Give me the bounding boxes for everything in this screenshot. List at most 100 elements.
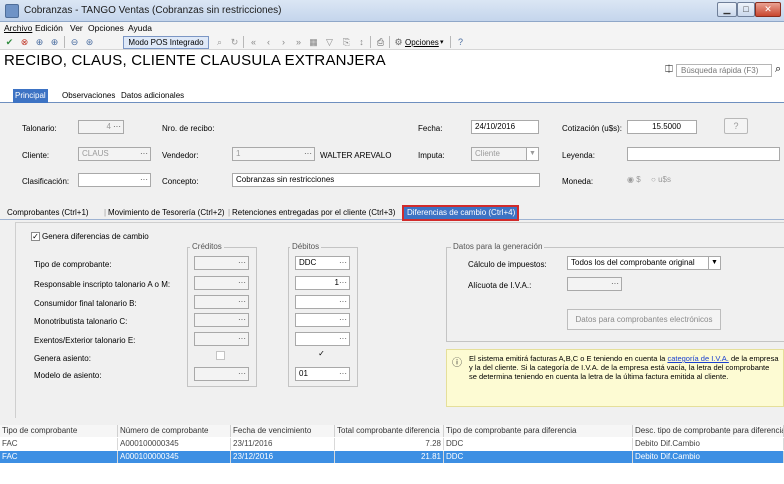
creditos-exentos-field[interactable]: ··· — [194, 332, 249, 346]
table-row[interactable]: FAC A000100000345 23/11/2016 7.28 DDC De… — [0, 438, 784, 450]
datos-generacion-label: Datos para la generación — [451, 242, 545, 251]
clasificacion-label: Clasificación: — [22, 177, 70, 186]
subtab-retenciones[interactable]: Retenciones entregadas por el cliente (C… — [232, 208, 395, 217]
column-header[interactable]: Tipo de comprobante — [0, 425, 118, 437]
column-header[interactable]: Total comprobante diferencia — [335, 425, 444, 437]
genera-diferencias-checkbox[interactable]: ✓ — [31, 232, 40, 241]
alicuota-field[interactable]: ··· — [567, 277, 622, 291]
export-icon[interactable]: ⎘ — [340, 36, 353, 49]
creditos-asiento-checkbox[interactable] — [216, 351, 225, 360]
vendedor-field[interactable]: 1 ··· — [232, 147, 315, 161]
cotizacion-field[interactable]: 15.5000 — [627, 120, 697, 134]
creditos-cf-field[interactable]: ··· — [194, 295, 249, 309]
next-icon[interactable]: › — [277, 36, 290, 49]
leyenda-field[interactable] — [627, 147, 780, 161]
up-icon[interactable]: ⊛ — [83, 36, 96, 49]
main-tabs — [0, 89, 784, 103]
filter-icon[interactable]: ▽ — [323, 36, 336, 49]
help-icon[interactable]: ? — [724, 118, 748, 134]
view-icon[interactable]: ▦ — [307, 36, 320, 49]
electronicos-button[interactable]: Datos para comprobantes electrónicos — [567, 309, 721, 330]
imputa-label: Imputa: — [418, 151, 445, 160]
cliente-field[interactable]: CLAUS ··· — [78, 147, 151, 161]
row-label: Modelo de asiento: — [34, 371, 102, 380]
cancel-icon[interactable]: ⊗ — [18, 36, 31, 49]
calculo-select[interactable]: Todos los del comprobante original ▼ — [567, 256, 721, 270]
debitos-cf-field[interactable]: ··· — [295, 295, 350, 309]
tab-observaciones[interactable]: Observaciones — [60, 89, 117, 103]
last-icon[interactable]: » — [292, 36, 305, 49]
help-icon[interactable]: ? — [454, 36, 467, 49]
clasificacion-field[interactable]: ··· — [78, 173, 151, 187]
search-input[interactable]: Búsqueda rápida (F3) — [676, 64, 772, 77]
subtab-tesoreria[interactable]: Movimiento de Tesorería (Ctrl+2) — [108, 208, 225, 217]
options-menu[interactable]: Opciones — [405, 38, 439, 47]
talonario-field[interactable]: 4 ··· — [78, 120, 124, 134]
toolbar-separator — [64, 36, 65, 48]
creditos-modelo-field[interactable]: ··· — [194, 367, 249, 381]
debitos-asiento-checkbox[interactable]: ✓ — [317, 350, 326, 359]
prev-icon[interactable]: ‹ — [262, 36, 275, 49]
cotizacion-label: Cotización (u$s): — [562, 124, 623, 133]
search-icon[interactable]: ⌕ — [213, 36, 226, 49]
sort-icon[interactable]: ↕ — [355, 36, 368, 49]
refresh-icon[interactable]: ↻ — [228, 36, 241, 49]
menu-edicion[interactable]: Edición — [35, 23, 63, 33]
menu-ayuda[interactable]: Ayuda — [128, 23, 152, 33]
row-label: Consumidor final talonario B: — [34, 299, 137, 308]
moneda-radio-dolares[interactable]: ○ u$s — [651, 175, 671, 184]
column-header[interactable]: Desc. tipo de comprobante para diferenci… — [633, 425, 784, 437]
copy-add-icon[interactable]: ⊕ — [48, 36, 61, 49]
first-icon[interactable]: « — [247, 36, 260, 49]
categoria-iva-link[interactable]: categoría de I.V.A. — [667, 354, 728, 363]
add-icon[interactable]: ⊕ — [33, 36, 46, 49]
menu-opciones[interactable]: Opciones — [88, 23, 124, 33]
talonario-label: Talonario: — [22, 124, 57, 133]
subtab-diferencias[interactable]: Diferencias de cambio (Ctrl+4) — [402, 205, 519, 221]
fecha-label: Fecha: — [418, 124, 443, 133]
info-icon: ⓘ — [452, 358, 462, 369]
tab-datos-adicionales[interactable]: Datos adicionales — [119, 89, 186, 103]
debitos-exentos-field[interactable]: ··· — [295, 332, 350, 346]
pos-mode-button[interactable]: Modo POS Integrado — [123, 36, 209, 49]
fecha-field[interactable]: 24/10/2016 — [471, 120, 539, 134]
debitos-label: Débitos — [290, 242, 322, 251]
table-cell: Debito Dif.Cambio — [633, 451, 784, 463]
creditos-tipo-field[interactable]: ··· — [194, 256, 249, 270]
table-cell: 7.28 — [335, 438, 444, 450]
creditos-mono-field[interactable]: ··· — [194, 313, 249, 327]
debitos-modelo-field[interactable]: 01 ··· — [295, 367, 350, 381]
row-label: Genera asiento: — [34, 354, 91, 363]
close-button[interactable]: ✕ — [755, 2, 781, 17]
search-icon[interactable]: ⌕ — [775, 63, 781, 76]
tab-principal[interactable]: Principal — [13, 89, 48, 103]
menu-ver[interactable]: Ver — [70, 23, 83, 33]
accept-icon[interactable]: ✔ — [3, 36, 16, 49]
app-icon — [5, 4, 19, 18]
subtab-comprobantes[interactable]: Comprobantes (Ctrl+1) — [7, 208, 89, 217]
table-row[interactable]: FAC A000100000345 23/12/2016 21.81 DDC D… — [0, 451, 784, 463]
attachment-icon[interactable]: ⎅ — [665, 64, 673, 75]
gear-icon[interactable]: ⚙ — [392, 36, 405, 49]
nro-recibo-label: Nro. de recibo: — [162, 124, 215, 133]
debitos-mono-field[interactable]: ··· — [295, 313, 350, 327]
chevron-down-icon: ▼ — [708, 257, 720, 269]
minimize-button[interactable]: ▁ — [717, 2, 737, 17]
column-header[interactable]: Número de comprobante — [118, 425, 231, 437]
column-header[interactable]: Fecha de vencimiento — [231, 425, 335, 437]
concepto-field[interactable]: Cobranzas sin restricciones — [232, 173, 540, 187]
menu-archivo[interactable]: Archivo — [4, 23, 32, 33]
creditos-resp-field[interactable]: ··· — [194, 276, 249, 290]
column-header[interactable]: Tipo de comprobante para diferencia — [444, 425, 633, 437]
moneda-radio-pesos[interactable]: ◉ $ — [627, 175, 641, 184]
print-icon[interactable]: ⎙ — [374, 36, 387, 49]
debitos-tipo-field[interactable]: DDC ··· — [295, 256, 350, 270]
creditos-label: Créditos — [190, 242, 224, 251]
debitos-resp-field[interactable]: 1 ··· — [295, 276, 350, 290]
imputa-select[interactable]: Cliente ▼ — [471, 147, 539, 161]
table-cell: FAC — [0, 451, 118, 463]
maximize-button[interactable]: □ — [737, 2, 755, 17]
table-cell: FAC — [0, 438, 118, 450]
vendedor-name: WALTER AREVALO — [320, 151, 392, 160]
remove-icon[interactable]: ⊖ — [68, 36, 81, 49]
